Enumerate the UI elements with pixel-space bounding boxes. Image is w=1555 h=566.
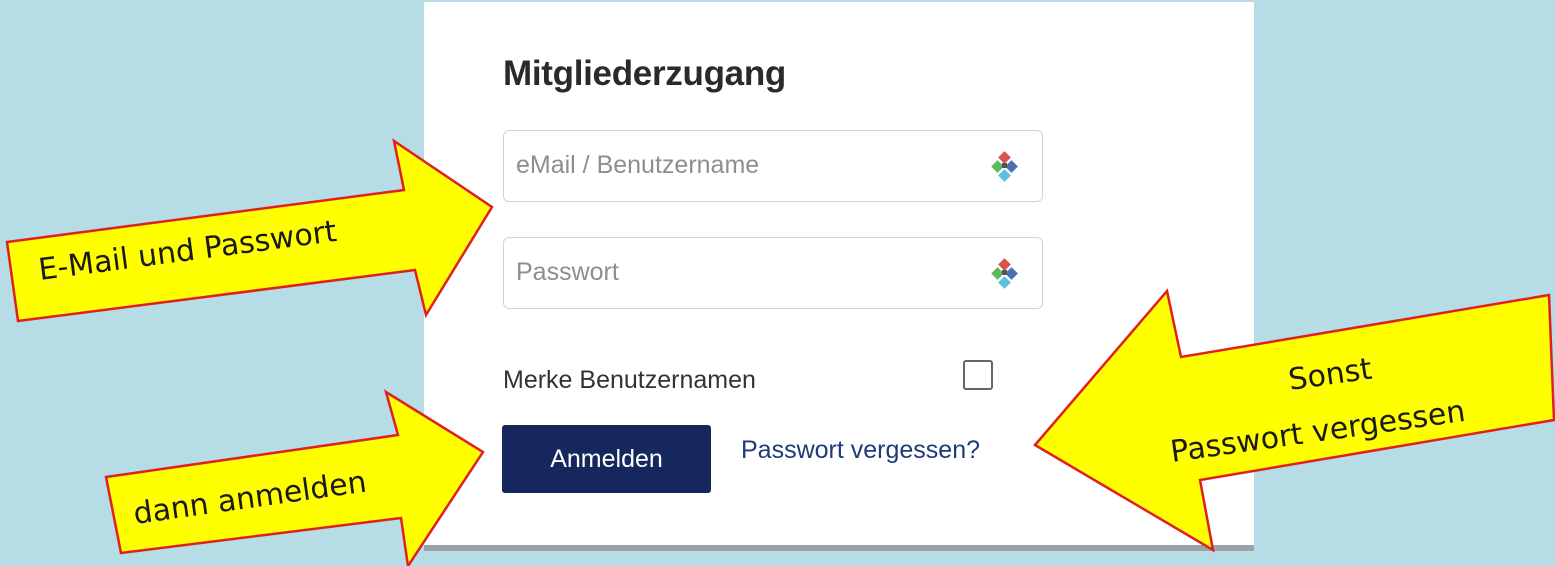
callout-overlay: E-Mail und Passwort dann anmelden Sonst … [5,138,1555,566]
